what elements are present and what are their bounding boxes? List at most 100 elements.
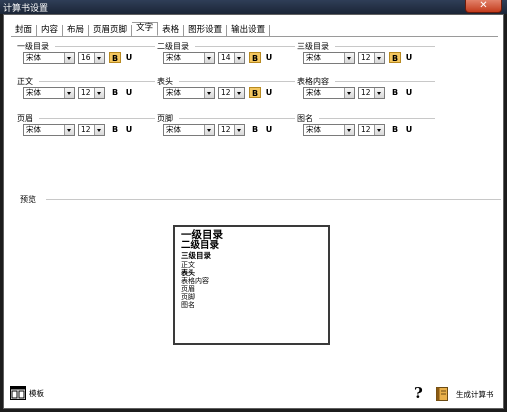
template-button[interactable]: 模板	[10, 386, 44, 400]
font-controls: 宋体 12 B U	[23, 123, 134, 136]
chevron-down-icon[interactable]	[344, 52, 354, 63]
preview-figure-caption: 图名	[181, 300, 195, 309]
preview-body: 正文	[181, 260, 195, 269]
bold-toggle[interactable]: B	[109, 52, 121, 63]
font-controls: 宋体 12 B U	[303, 51, 414, 64]
generate-label: 生成计算书	[456, 389, 494, 399]
underline-toggle[interactable]: U	[404, 52, 414, 63]
chevron-down-icon[interactable]	[94, 124, 104, 135]
chevron-down-icon[interactable]	[204, 87, 214, 98]
chevron-down-icon[interactable]	[64, 87, 74, 98]
underline-toggle[interactable]: U	[124, 87, 134, 98]
bold-toggle[interactable]: B	[249, 124, 261, 135]
font-group-table-content: 表格内容 宋体 12 B U	[297, 76, 437, 100]
font-controls: 宋体 12 B U	[163, 86, 274, 99]
dialog-client-area: 封面 内容 布局 页眉页脚 文字 表格 图形设置 输出设置 一级目录 宋体 16…	[3, 14, 504, 409]
font-family-select[interactable]: 宋体	[23, 86, 75, 99]
group-divider	[335, 46, 435, 47]
chevron-down-icon[interactable]	[374, 52, 384, 63]
template-icon	[10, 386, 26, 400]
underline-toggle[interactable]: U	[124, 124, 134, 135]
group-divider	[179, 118, 295, 119]
bold-toggle[interactable]: B	[389, 52, 401, 63]
font-size-select[interactable]: 12	[358, 123, 385, 136]
group-divider	[335, 81, 435, 82]
generate-report-button[interactable]: 生成计算书	[436, 387, 494, 401]
close-button[interactable]: ✕	[465, 0, 502, 13]
font-group-figure-caption: 图名 宋体 12 B U	[297, 113, 437, 137]
font-size-select[interactable]: 12	[218, 123, 245, 136]
chevron-down-icon[interactable]	[94, 52, 104, 63]
font-size-select[interactable]: 12	[358, 51, 385, 64]
chevron-down-icon[interactable]	[64, 52, 74, 63]
tab-content[interactable]: 内容	[37, 25, 64, 36]
tab-layout[interactable]: 布局	[63, 25, 90, 36]
chevron-down-icon[interactable]	[234, 52, 244, 63]
tab-divider	[11, 36, 498, 37]
tab-cover[interactable]: 封面	[11, 25, 38, 36]
chevron-down-icon[interactable]	[374, 87, 384, 98]
group-label: 一级目录	[17, 42, 49, 51]
font-size-select[interactable]: 12	[358, 86, 385, 99]
underline-toggle[interactable]: U	[264, 87, 274, 98]
font-family-select[interactable]: 宋体	[163, 51, 215, 64]
underline-toggle[interactable]: U	[264, 52, 274, 63]
font-family-select[interactable]: 宋体	[23, 123, 75, 136]
font-group-page-header: 页眉 宋体 12 B U	[17, 113, 157, 137]
font-size-select[interactable]: 16	[78, 51, 105, 64]
bold-toggle[interactable]: B	[109, 87, 121, 98]
preview-panel: 一级目录 二级目录 三级目录 正文 表头 表格内容 页眉 页脚 图名	[173, 225, 330, 345]
bold-toggle[interactable]: B	[249, 52, 261, 63]
tab-output[interactable]: 输出设置	[227, 25, 271, 36]
font-family-select[interactable]: 宋体	[303, 123, 355, 136]
preview-content: 一级目录 二级目录 三级目录 正文 表头 表格内容 页眉 页脚 图名	[181, 229, 223, 309]
font-size-select[interactable]: 12	[78, 123, 105, 136]
bold-toggle[interactable]: B	[109, 124, 121, 135]
underline-toggle[interactable]: U	[404, 87, 414, 98]
group-label: 三级目录	[297, 42, 329, 51]
window-title: 计算书设置	[3, 4, 49, 14]
font-group-level2-toc: 二级目录 宋体 14 B U	[157, 41, 297, 65]
font-family-select[interactable]: 宋体	[303, 51, 355, 64]
font-controls: 宋体 12 B U	[303, 86, 414, 99]
group-divider	[179, 81, 295, 82]
bold-toggle[interactable]: B	[389, 124, 401, 135]
font-size-select[interactable]: 12	[218, 86, 245, 99]
chevron-down-icon[interactable]	[344, 87, 354, 98]
font-family-select[interactable]: 宋体	[163, 86, 215, 99]
tab-graphics[interactable]: 图形设置	[184, 25, 228, 36]
help-icon[interactable]: ?	[414, 384, 423, 402]
underline-toggle[interactable]: U	[264, 124, 274, 135]
chevron-down-icon[interactable]	[204, 52, 214, 63]
font-family-select[interactable]: 宋体	[303, 86, 355, 99]
preview-page-footer: 页脚	[181, 292, 195, 301]
font-size-select[interactable]: 12	[78, 86, 105, 99]
font-group-table-header: 表头 宋体 12 B U	[157, 76, 297, 100]
tab-text[interactable]: 文字	[132, 22, 159, 36]
chevron-down-icon[interactable]	[344, 124, 354, 135]
chevron-down-icon[interactable]	[234, 124, 244, 135]
font-group-level3-toc: 三级目录 宋体 12 B U	[297, 41, 437, 65]
template-label: 模板	[29, 388, 44, 398]
font-family-select[interactable]: 宋体	[23, 51, 75, 64]
underline-toggle[interactable]: U	[404, 124, 414, 135]
font-family-select[interactable]: 宋体	[163, 123, 215, 136]
font-group-level1-toc: 一级目录 宋体 16 B U	[17, 41, 157, 65]
group-label: 页脚	[157, 114, 173, 123]
chevron-down-icon[interactable]	[64, 124, 74, 135]
chevron-down-icon[interactable]	[204, 124, 214, 135]
chevron-down-icon[interactable]	[374, 124, 384, 135]
title-bar[interactable]: 计算书设置 ✕	[0, 0, 507, 14]
font-controls: 宋体 12 B U	[163, 123, 274, 136]
bold-toggle[interactable]: B	[249, 87, 261, 98]
preview-table-content: 表格内容	[181, 276, 209, 285]
group-divider	[39, 118, 155, 119]
bold-toggle[interactable]: B	[389, 87, 401, 98]
chevron-down-icon[interactable]	[94, 87, 104, 98]
tab-table[interactable]: 表格	[158, 25, 185, 36]
underline-toggle[interactable]: U	[124, 52, 134, 63]
chevron-down-icon[interactable]	[234, 87, 244, 98]
dialog-window: 计算书设置 ✕ 封面 内容 布局 页眉页脚 文字 表格 图形设置 输出设置 一级…	[0, 0, 507, 412]
font-size-select[interactable]: 14	[218, 51, 245, 64]
tab-header-footer[interactable]: 页眉页脚	[89, 25, 133, 36]
